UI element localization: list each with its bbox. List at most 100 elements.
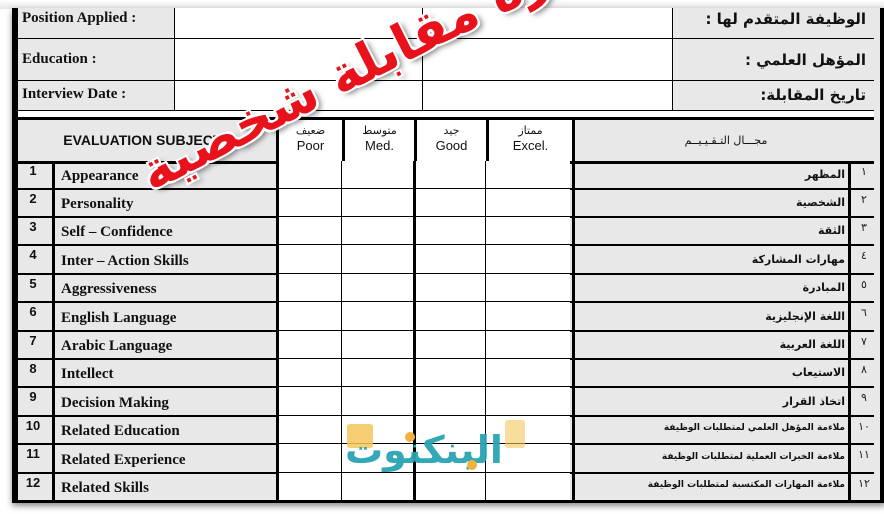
subject-label-en: Related Skills — [61, 480, 149, 496]
rating-med-ar: متوسط — [362, 124, 397, 137]
rating-cell-excellent[interactable] — [485, 359, 570, 386]
subject-label-ar: المبادرة — [802, 281, 845, 294]
rating-cell-excellent[interactable] — [485, 331, 570, 358]
row-number: 10 — [25, 418, 41, 433]
rating-good-en: Good — [435, 138, 468, 153]
subject-label-ar: المظهر — [804, 168, 845, 181]
evaluation-row: 2 Personality الشخصية ٢ — [18, 189, 874, 218]
subject-label-ar: الشخصية — [795, 196, 845, 209]
row-number-ar-cell: ٥ — [848, 274, 877, 301]
rating-cell-poor[interactable] — [276, 217, 342, 244]
rating-cell-good[interactable] — [413, 189, 486, 216]
rating-cell-excellent[interactable] — [485, 245, 570, 273]
row-number: 4 — [29, 247, 37, 262]
rating-cell-poor[interactable] — [276, 359, 342, 386]
interview-date-label-ar: تاريخ المقابلة: — [760, 86, 866, 104]
subject-cell-en: Aggressiveness — [52, 274, 279, 301]
rating-cell-med[interactable] — [341, 189, 413, 216]
rating-cell-poor[interactable] — [276, 245, 342, 273]
row-number-ar-cell: ٢ — [848, 189, 877, 216]
rating-cell-poor[interactable] — [276, 473, 342, 500]
rating-cell-poor[interactable] — [276, 302, 342, 330]
row-number: 3 — [29, 219, 37, 234]
rating-cell-good[interactable] — [413, 359, 486, 386]
document-icon — [505, 420, 525, 448]
subject-label-en: Intellect — [61, 366, 114, 382]
row-number: 7 — [29, 333, 37, 348]
row-number-ar: ٧ — [861, 335, 867, 348]
rating-cell-med[interactable] — [341, 245, 413, 273]
subject-cell-ar: اللغة العربية — [572, 331, 851, 358]
rating-cell-good[interactable] — [413, 302, 486, 330]
subject-cell-ar: اتخاذ القرار — [572, 387, 851, 415]
subject-label-en: Decision Making — [61, 395, 169, 411]
interview-date-field-ar[interactable] — [422, 81, 673, 110]
rating-cell-excellent[interactable] — [485, 189, 570, 216]
row-number: 5 — [29, 276, 37, 291]
rating-cell-good[interactable] — [413, 387, 486, 415]
evaluation-row: 5 Aggressiveness المبادرة ٥ — [18, 274, 874, 303]
row-number: 12 — [25, 475, 41, 490]
position-divider — [672, 8, 673, 38]
rating-cell-good[interactable] — [413, 245, 486, 273]
row-number: 9 — [29, 389, 37, 404]
logo-dot — [467, 460, 477, 470]
rating-cell-med[interactable] — [341, 359, 413, 386]
row-number-ar: ٤ — [861, 249, 867, 262]
subject-label-ar: مهارات المشاركة — [751, 253, 845, 266]
row-number-ar-cell: ٧ — [848, 331, 877, 358]
rating-cell-med[interactable] — [341, 302, 413, 330]
rating-cell-med[interactable] — [341, 274, 413, 301]
rating-cell-excellent[interactable] — [485, 161, 570, 188]
row-number-ar: ٦ — [861, 306, 867, 319]
rating-cell-med[interactable] — [341, 331, 413, 358]
evaluation-title-ar: مجـــال التـقـيـيــم — [572, 120, 877, 161]
rating-cell-poor[interactable] — [276, 387, 342, 415]
rating-header-excellent: ممتاز Excel. — [486, 120, 572, 161]
row-number-ar-cell: ٩ — [848, 387, 877, 415]
subject-label-ar: الثقة — [818, 224, 845, 237]
rating-cell-poor[interactable] — [276, 274, 342, 301]
subject-cell-ar: الثقة — [572, 217, 851, 244]
rating-cell-excellent[interactable] — [485, 387, 570, 415]
row-number-ar-cell: ٣ — [848, 217, 877, 244]
rating-cell-poor[interactable] — [276, 416, 342, 443]
rating-cell-good[interactable] — [413, 331, 486, 358]
subject-label-en: Self – Confidence — [61, 224, 173, 240]
rating-cell-good[interactable] — [413, 217, 486, 244]
header-row-interview-date: Interview Date : تاريخ المقابلة: — [18, 81, 874, 111]
rating-cell-good[interactable] — [413, 161, 486, 188]
subject-label-ar: اتخاذ القرار — [782, 395, 845, 408]
row-number-ar-cell: ٨ — [848, 359, 877, 386]
row-number-ar: ١٢ — [858, 477, 870, 490]
subject-cell-en: Intellect — [52, 359, 279, 386]
rating-cell-excellent[interactable] — [485, 217, 570, 244]
rating-cell-poor[interactable] — [276, 161, 342, 188]
rating-cell-med[interactable] — [341, 161, 413, 188]
evaluation-row: 4 Inter – Action Skills مهارات المشاركة ٤ — [18, 245, 874, 275]
rating-cell-poor[interactable] — [276, 189, 342, 216]
row-number-ar: ١ — [861, 165, 867, 178]
rating-cell-med[interactable] — [341, 217, 413, 244]
row-number: 11 — [26, 446, 40, 461]
rating-cell-poor[interactable] — [276, 444, 342, 472]
row-number: 1 — [29, 163, 37, 178]
rating-cell-med[interactable] — [341, 387, 413, 415]
subject-cell-ar: اللغة الإنجليزية — [572, 302, 851, 330]
subject-cell-ar: ملاءمة المؤهل العلمي لمتطلبات الوظيفة — [572, 416, 851, 443]
row-number-ar-cell: ١١ — [848, 444, 877, 472]
row-number: 8 — [29, 361, 37, 376]
rating-poor-en: Poor — [296, 138, 325, 153]
subject-label-ar: اللغة الإنجليزية — [765, 310, 845, 323]
position-label-ar: الوظيفة المتقدم لها : — [705, 10, 866, 28]
row-number-ar-cell: ١ — [848, 161, 877, 188]
rating-cell-good[interactable] — [413, 274, 486, 301]
row-number-ar-cell: ١٢ — [848, 473, 877, 500]
rating-cell-excellent[interactable] — [485, 274, 570, 301]
rating-cell-excellent[interactable] — [485, 302, 570, 330]
subject-cell-ar: مهارات المشاركة — [572, 245, 851, 273]
rating-cell-poor[interactable] — [276, 331, 342, 358]
row-number-ar: ٢ — [861, 193, 867, 206]
row-number-ar: ١٠ — [858, 420, 870, 433]
subject-cell-en: Decision Making — [52, 387, 279, 415]
